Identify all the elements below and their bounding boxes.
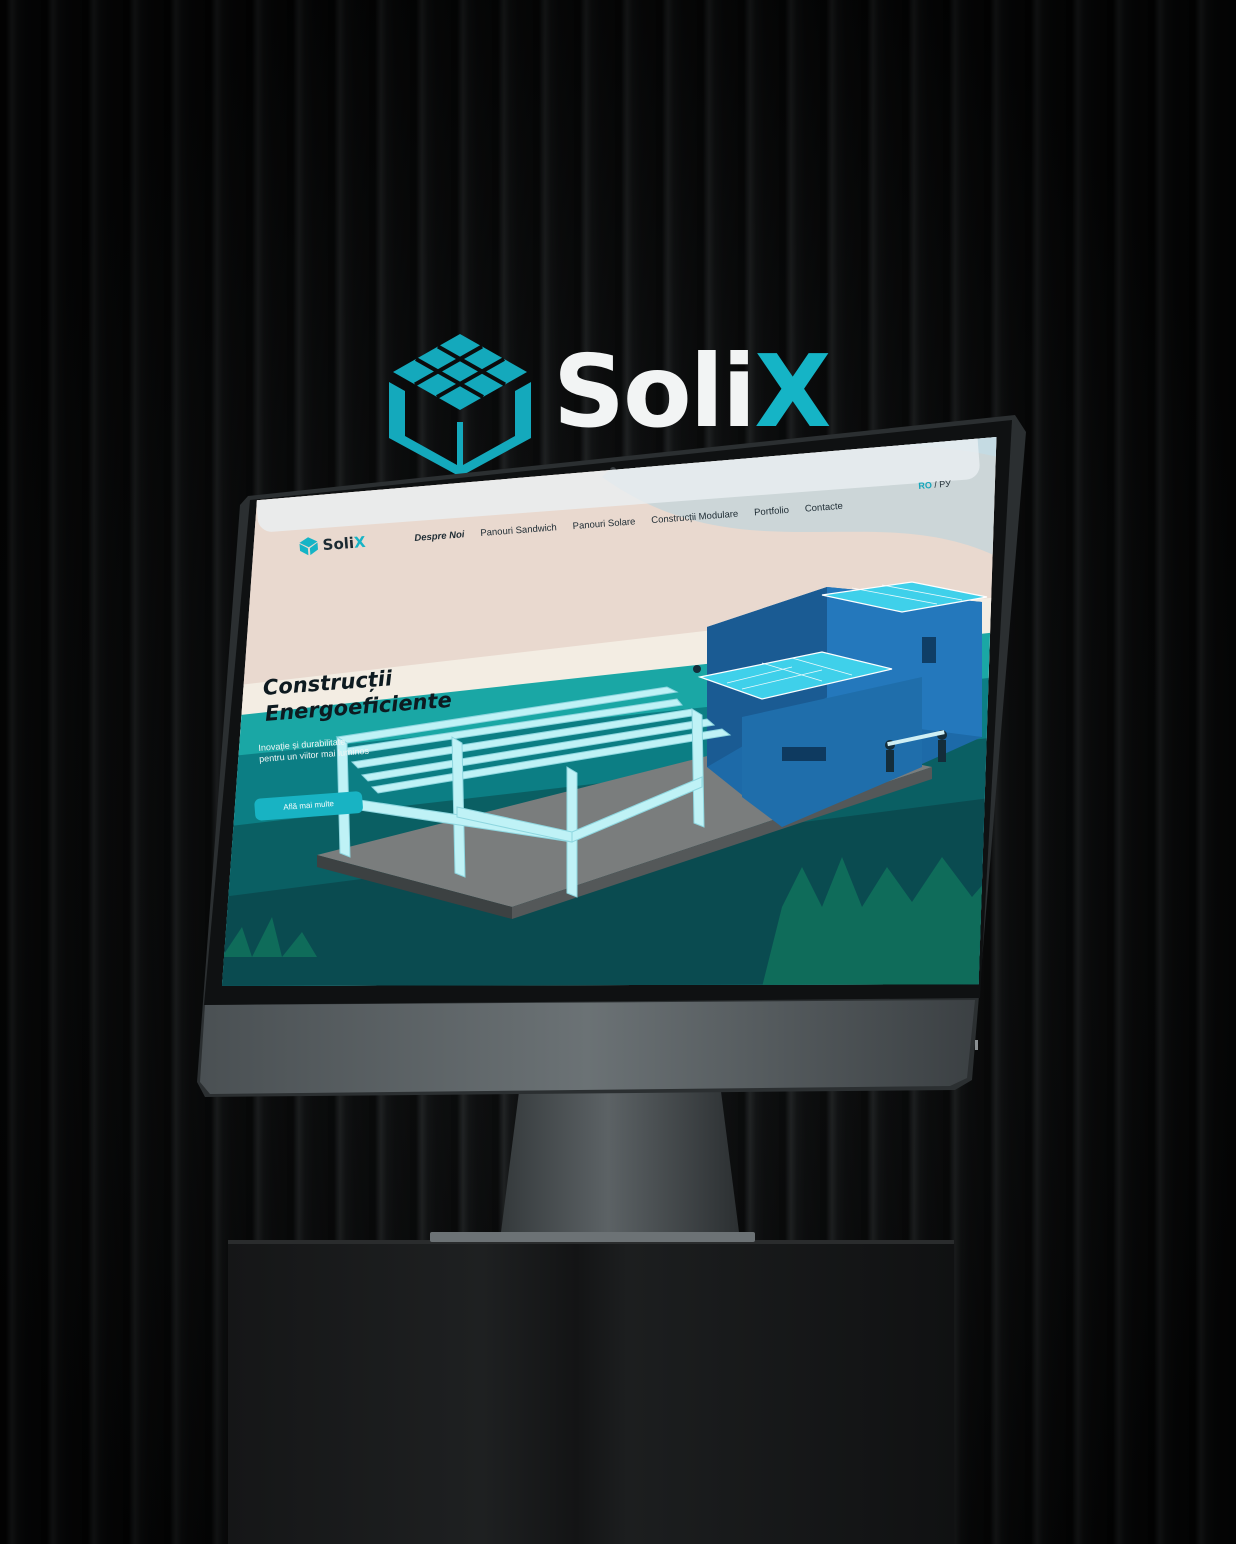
lang-ro[interactable]: RO [918, 480, 932, 491]
site-wordmark-main: Soli [322, 533, 355, 555]
site-wordmark-accent: X [353, 532, 367, 552]
site-wordmark: SoliX [322, 533, 366, 554]
cube-logo-icon [299, 537, 318, 556]
lang-ru[interactable]: РУ [939, 479, 951, 490]
website-screen: SoliX Despre Noi Panouri Sandwich Panour… [222, 437, 997, 986]
